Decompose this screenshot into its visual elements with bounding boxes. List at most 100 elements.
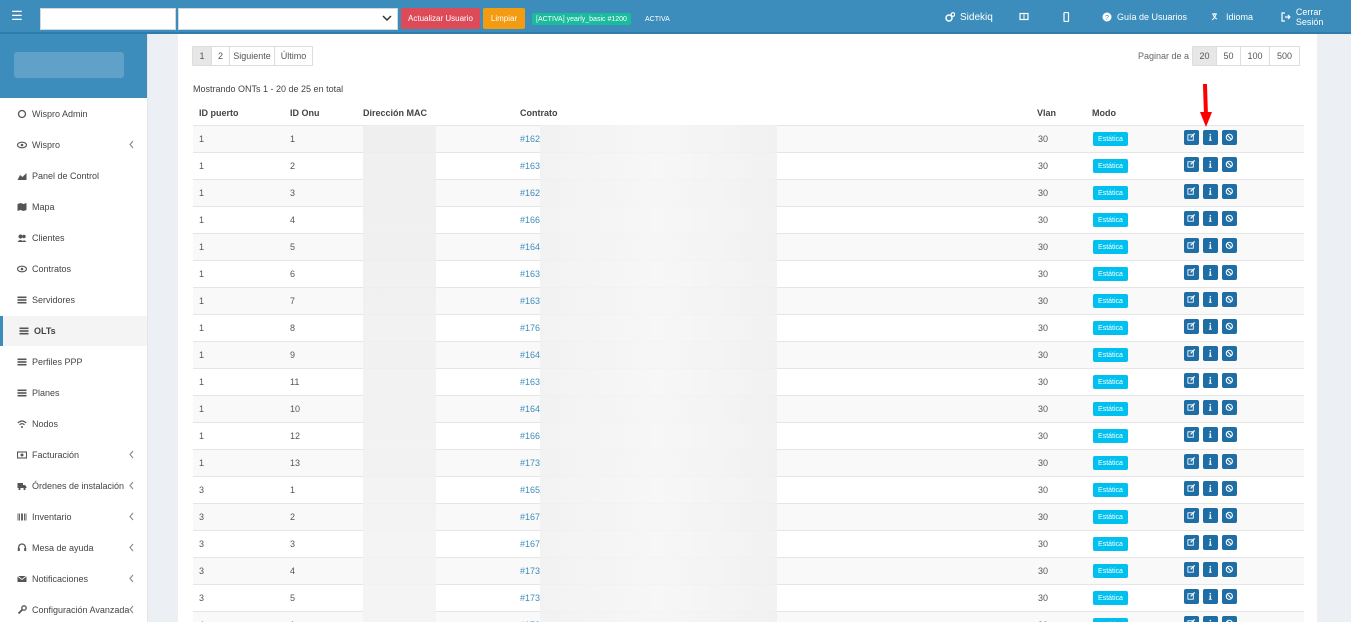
info-button[interactable] [1203, 481, 1218, 496]
sidebar-item-órdenes-de-instalación[interactable]: Órdenes de instalación [0, 471, 147, 501]
logout-link[interactable]: Cerrar Sesión [1281, 0, 1351, 34]
sidebar-item-planes[interactable]: Planes [0, 378, 147, 408]
menu-toggle-icon[interactable]: ☰ [0, 0, 34, 33]
info-button[interactable] [1203, 616, 1218, 622]
contract-link[interactable]: #173 [520, 566, 540, 576]
contract-link[interactable]: #176 [520, 323, 540, 333]
sidebar-item-wispro-admin[interactable]: Wispro Admin [0, 99, 147, 129]
sidebar-item-wispro[interactable]: Wispro [0, 130, 147, 160]
sidebar-item-clientes[interactable]: Clientes [0, 223, 147, 253]
sidebar-item-mesa-de-ayuda[interactable]: Mesa de ayuda [0, 533, 147, 563]
edit-button[interactable] [1184, 130, 1199, 145]
edit-button[interactable] [1184, 346, 1199, 361]
update-user-button[interactable]: Actualizar Usuario [401, 8, 480, 29]
edit-button[interactable] [1184, 454, 1199, 469]
info-button[interactable] [1203, 400, 1218, 415]
edit-button[interactable] [1184, 238, 1199, 253]
contract-link[interactable]: #165 [520, 485, 540, 495]
contract-link[interactable]: #166 [520, 431, 540, 441]
edit-button[interactable] [1184, 400, 1199, 415]
info-button[interactable] [1203, 508, 1218, 523]
edit-button[interactable] [1184, 265, 1199, 280]
sidebar-item-inventario[interactable]: Inventario [0, 502, 147, 532]
contract-link[interactable]: #163 [520, 377, 540, 387]
disable-button[interactable] [1222, 211, 1237, 226]
info-button[interactable] [1203, 265, 1218, 280]
info-button[interactable] [1203, 535, 1218, 550]
contract-link[interactable]: #167 [520, 512, 540, 522]
info-button[interactable] [1203, 238, 1218, 253]
sidebar-item-servidores[interactable]: Servidores [0, 285, 147, 315]
edit-button[interactable] [1184, 373, 1199, 388]
contract-link[interactable]: #163 [520, 161, 540, 171]
page-2-link[interactable]: 2 [211, 46, 230, 66]
info-button[interactable] [1203, 373, 1218, 388]
edit-button[interactable] [1184, 427, 1199, 442]
disable-button[interactable] [1222, 562, 1237, 577]
contract-link[interactable]: #166 [520, 215, 540, 225]
disable-button[interactable] [1222, 319, 1237, 334]
edit-button[interactable] [1184, 157, 1199, 172]
edit-button[interactable] [1184, 211, 1199, 226]
contract-link[interactable]: #162 [520, 188, 540, 198]
disable-button[interactable] [1222, 373, 1237, 388]
disable-button[interactable] [1222, 157, 1237, 172]
edit-button[interactable] [1184, 589, 1199, 604]
disable-button[interactable] [1222, 616, 1237, 622]
info-button[interactable] [1203, 292, 1218, 307]
mobile-view-button[interactable] [1061, 0, 1071, 34]
contract-link[interactable]: #163 [520, 296, 540, 306]
contract-link[interactable]: #164 [520, 404, 540, 414]
sidebar-item-nodos[interactable]: Nodos [0, 409, 147, 439]
info-button[interactable] [1203, 319, 1218, 334]
sidebar-item-olts[interactable]: OLTs [0, 316, 147, 346]
disable-button[interactable] [1222, 400, 1237, 415]
disable-button[interactable] [1222, 238, 1237, 253]
per-page-20[interactable]: 20 [1192, 46, 1217, 66]
info-button[interactable] [1203, 157, 1218, 172]
disable-button[interactable] [1222, 184, 1237, 199]
desktop-view-button[interactable] [1019, 0, 1029, 34]
disable-button[interactable] [1222, 346, 1237, 361]
contract-link[interactable]: #173 [520, 458, 540, 468]
sidebar-item-notificaciones[interactable]: Notificaciones [0, 564, 147, 594]
disable-button[interactable] [1222, 265, 1237, 280]
edit-button[interactable] [1184, 292, 1199, 307]
sidebar-item-contratos[interactable]: Contratos [0, 254, 147, 284]
info-button[interactable] [1203, 346, 1218, 361]
contract-link[interactable]: #173 [520, 593, 540, 603]
disable-button[interactable] [1222, 535, 1237, 550]
info-button[interactable] [1203, 184, 1218, 199]
edit-button[interactable] [1184, 508, 1199, 523]
contract-link[interactable]: #164 [520, 350, 540, 360]
per-page-100[interactable]: 100 [1240, 46, 1270, 66]
edit-button[interactable] [1184, 319, 1199, 334]
disable-button[interactable] [1222, 130, 1237, 145]
info-button[interactable] [1203, 130, 1218, 145]
disable-button[interactable] [1222, 427, 1237, 442]
per-page-500[interactable]: 500 [1269, 46, 1300, 66]
contract-link[interactable]: #167 [520, 539, 540, 549]
user-guide-link[interactable]: ? Guía de Usuarios [1102, 0, 1187, 34]
edit-button[interactable] [1184, 481, 1199, 496]
edit-button[interactable] [1184, 616, 1199, 622]
disable-button[interactable] [1222, 508, 1237, 523]
per-page-50[interactable]: 50 [1216, 46, 1241, 66]
edit-button[interactable] [1184, 184, 1199, 199]
disable-button[interactable] [1222, 589, 1237, 604]
last-page-link[interactable]: Último [274, 46, 313, 66]
info-button[interactable] [1203, 589, 1218, 604]
sidebar-item-perfiles-ppp[interactable]: Perfiles PPP [0, 347, 147, 377]
clear-button[interactable]: Limpiar [483, 8, 525, 29]
user-select[interactable] [178, 8, 398, 30]
contract-link[interactable]: #164 [520, 242, 540, 252]
info-button[interactable] [1203, 211, 1218, 226]
edit-button[interactable] [1184, 535, 1199, 550]
info-button[interactable] [1203, 562, 1218, 577]
user-search-input[interactable] [40, 8, 176, 30]
page-1-link[interactable]: 1 [192, 46, 212, 66]
sidekiq-link[interactable]: Sidekiq [945, 0, 993, 34]
info-button[interactable] [1203, 454, 1218, 469]
contract-link[interactable]: #163 [520, 269, 540, 279]
disable-button[interactable] [1222, 292, 1237, 307]
